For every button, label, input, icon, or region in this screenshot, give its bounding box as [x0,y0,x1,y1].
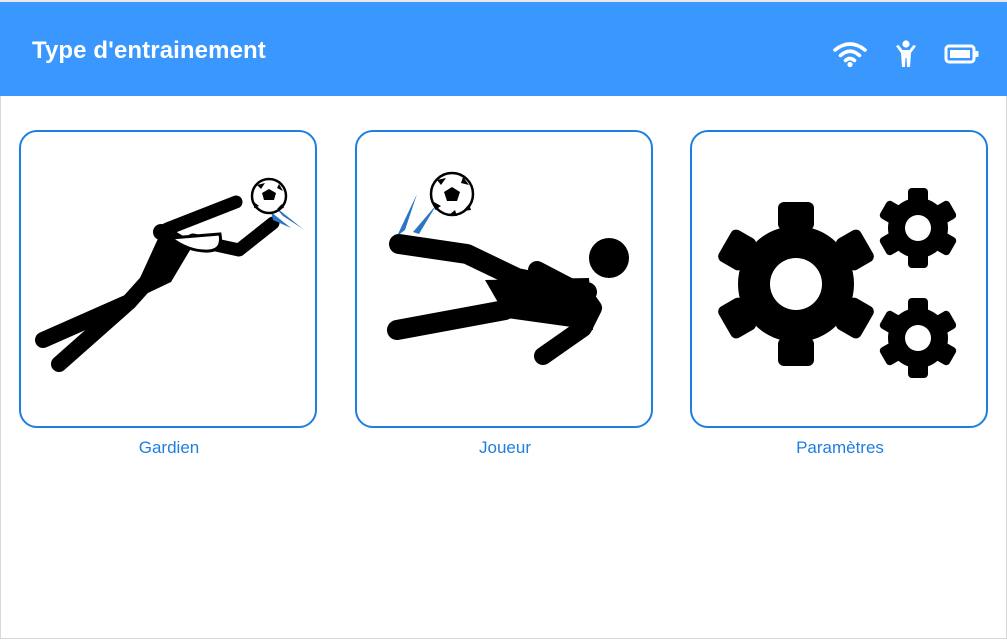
top-app-bar: Type d'entrainement [0,0,1007,96]
goalkeeper-label[interactable]: Gardien [19,438,319,458]
goalkeeper-card[interactable] [19,130,317,428]
wifi-icon [833,42,867,68]
player-card[interactable] [355,130,653,428]
battery-icon [944,44,979,64]
player-kick-icon [387,171,629,365]
gears-icon [718,188,957,378]
player-label[interactable]: Joueur [355,438,655,458]
settings-card[interactable] [690,130,988,428]
person-icon [896,40,916,67]
settings-label[interactable]: Paramètres [690,438,990,458]
goalkeeper-dive-icon [35,177,303,372]
page-title: Type d'entrainement [32,37,266,64]
